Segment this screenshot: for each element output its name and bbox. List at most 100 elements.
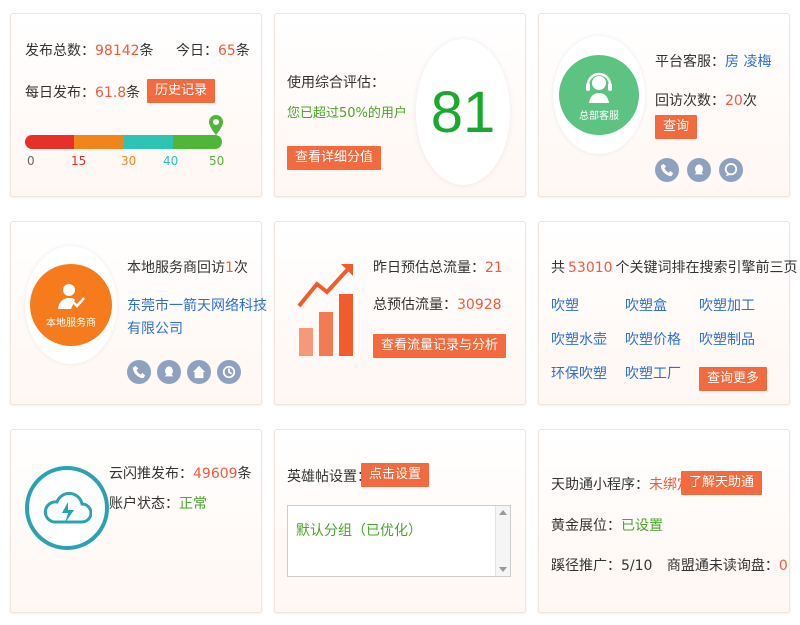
gold-label: 黄金展位： [551, 518, 621, 534]
listbox-item[interactable]: 默认分组（已优化） [296, 520, 422, 540]
today-label: 今日： [176, 43, 218, 59]
scroll-up-icon[interactable] [499, 510, 507, 515]
progress-seg-teal [123, 135, 173, 149]
local-visit-count: 1 [225, 260, 234, 276]
path-value: 5/10 [621, 558, 653, 574]
gold-value: 已设置 [621, 518, 663, 534]
keyword-link[interactable]: 吹塑盒 [625, 295, 667, 315]
keyword-link[interactable]: 吹塑水壶 [551, 329, 607, 349]
detail-score-button[interactable]: 查看详细分值 [287, 146, 382, 170]
progress-tick-0: 0 [27, 154, 35, 168]
score-value: 81 [430, 79, 496, 145]
service-avatar-caption: 总部客服 [579, 110, 619, 122]
progress-seg-orange [74, 135, 124, 149]
keyword-link[interactable]: 环保吹塑 [551, 363, 607, 383]
scroll-down-icon[interactable] [499, 567, 507, 572]
publish-stats-card: 发布总数：98142条 今日：65条 每日发布：61.8条 历史记录 0 15 … [10, 13, 262, 197]
history-button[interactable]: 历史记录 [147, 79, 216, 103]
click-set-button[interactable]: 点击设置 [361, 463, 430, 487]
gold-row: 黄金展位：已设置 [551, 515, 663, 535]
daily-value: 61.8 [95, 85, 127, 101]
keyword-link[interactable]: 吹塑加工 [699, 295, 755, 315]
learn-tianzhu-button[interactable]: 了解天助通 [681, 471, 763, 495]
publish-total-value: 98142 [95, 43, 140, 59]
visits-value: 20 [725, 93, 743, 109]
phone-icon[interactable] [655, 158, 679, 182]
traffic-analysis-button[interactable]: 查看流量记录与分析 [373, 334, 507, 358]
daily-unit: 条 [126, 85, 141, 101]
qq-icon[interactable] [157, 360, 181, 384]
visits-row: 回访次数：20次 [655, 90, 757, 110]
total-value: 30928 [457, 297, 502, 313]
traffic-card: 昨日预估总流量：21 总预估流量：30928 查看流量记录与分析 [274, 221, 526, 405]
history-icon[interactable] [217, 360, 241, 384]
progress-tick-40: 40 [163, 154, 179, 168]
local-visit-suffix: 次 [233, 260, 248, 276]
hero-label: 英雄帖设置： [287, 469, 371, 485]
push-value: 49609 [193, 466, 238, 482]
service-label: 平台客服： [655, 54, 725, 70]
progress-bar [25, 135, 222, 149]
miniprogram-label: 天助通小程序： [551, 477, 649, 493]
daily-row: 每日发布：61.8条 [25, 82, 140, 102]
visits-unit: 次 [742, 93, 757, 109]
home-icon[interactable] [187, 360, 211, 384]
local-visit-prefix: 本地服务商回访 [127, 260, 225, 276]
keyword-link[interactable]: 吹塑工厂 [625, 363, 681, 383]
push-label: 云闪推发布： [109, 466, 193, 482]
listbox-scrollbar[interactable] [495, 506, 510, 576]
visits-label: 回访次数： [655, 93, 725, 109]
miniprogram-row: 天助通小程序：未绑定 [551, 474, 691, 494]
query-more-button[interactable]: 查询更多 [699, 367, 768, 391]
query-button[interactable]: 查询 [655, 115, 698, 139]
company-name-line2[interactable]: 有限公司 [127, 318, 183, 338]
headset-icon [586, 72, 612, 103]
traffic-chart-icon [297, 264, 353, 356]
publish-total-label: 发布总数： [25, 43, 95, 59]
usage-evaluation-card: 使用综合评估： 您已超过50%的用户 查看详细分值 81 [274, 13, 526, 197]
keyword-link[interactable]: 吹塑价格 [625, 329, 681, 349]
group-listbox[interactable]: 默认分组（已优化） [287, 505, 511, 577]
platform-service-card: 总部客服 平台客服：房 凌梅 回访次数：20次 查询 [538, 13, 790, 197]
kw-count: 53010 [568, 260, 613, 276]
publish-total-unit: 条 [139, 43, 154, 59]
keyword-link[interactable]: 吹塑制品 [699, 329, 755, 349]
service-name: 房 凌梅 [725, 54, 772, 70]
keyword-link[interactable]: 吹塑 [551, 295, 579, 315]
status-value: 正常 [179, 496, 207, 512]
service-avatar: 总部客服 [553, 36, 645, 154]
hero-post-card: 英雄帖设置： 点击设置 默认分组（已优化） [274, 429, 526, 613]
chat-icon[interactable] [719, 158, 743, 182]
local-avatar: 本地服务商 [25, 246, 117, 364]
status-row: 账户状态：正常 [109, 493, 207, 513]
publish-total-row: 发布总数：98142条 今日：65条 [25, 40, 250, 60]
keyword-summary: 共 53010 个关键词排在搜索引擎前三页 [551, 257, 798, 277]
path-label: 蹊径推广： [551, 558, 621, 574]
push-unit: 条 [237, 466, 252, 482]
eval-note: 您已超过50%的用户 [287, 106, 407, 121]
kw-suffix: 个关键词排在搜索引擎前三页 [615, 260, 798, 276]
progress-seg-red [25, 135, 75, 149]
cloud-push-card: 云闪推发布：49609条 账户状态：正常 [10, 429, 262, 613]
progress-tick-30: 30 [121, 154, 137, 168]
yesterday-label: 昨日预估总流量： [373, 260, 485, 276]
progress-tick-50: 50 [209, 154, 225, 168]
yesterday-row: 昨日预估总流量：21 [373, 257, 503, 277]
keyword-ranking-card: 共 53010 个关键词排在搜索引擎前三页 吹塑 吹塑盒 吹塑加工 吹塑水壶 吹塑价… [538, 221, 798, 405]
qq-icon[interactable] [687, 158, 711, 182]
path-row: 蹊径推广：5/10 商盟通未读询盘：0 [551, 555, 788, 575]
local-service-card: 本地服务商 本地服务商回访1次 东莞市一箭天网络科技 有限公司 [10, 221, 267, 405]
inquiry-value: 0 [778, 558, 788, 574]
score-circle: 81 [416, 39, 510, 185]
push-row: 云闪推发布：49609条 [109, 463, 252, 483]
inquiry-label: 商盟通未读询盘： [666, 558, 779, 574]
eval-label: 使用综合评估： [287, 75, 385, 91]
daily-label: 每日发布： [25, 85, 95, 101]
local-visit-row: 本地服务商回访1次 [127, 257, 248, 277]
company-name-line1[interactable]: 东莞市一箭天网络科技 [127, 295, 267, 315]
user-check-icon [58, 284, 85, 309]
phone-icon[interactable] [127, 360, 151, 384]
cloud-push-logo [25, 466, 109, 550]
service-row: 平台客服：房 凌梅 [655, 51, 771, 71]
progress-marker-icon [209, 115, 223, 139]
